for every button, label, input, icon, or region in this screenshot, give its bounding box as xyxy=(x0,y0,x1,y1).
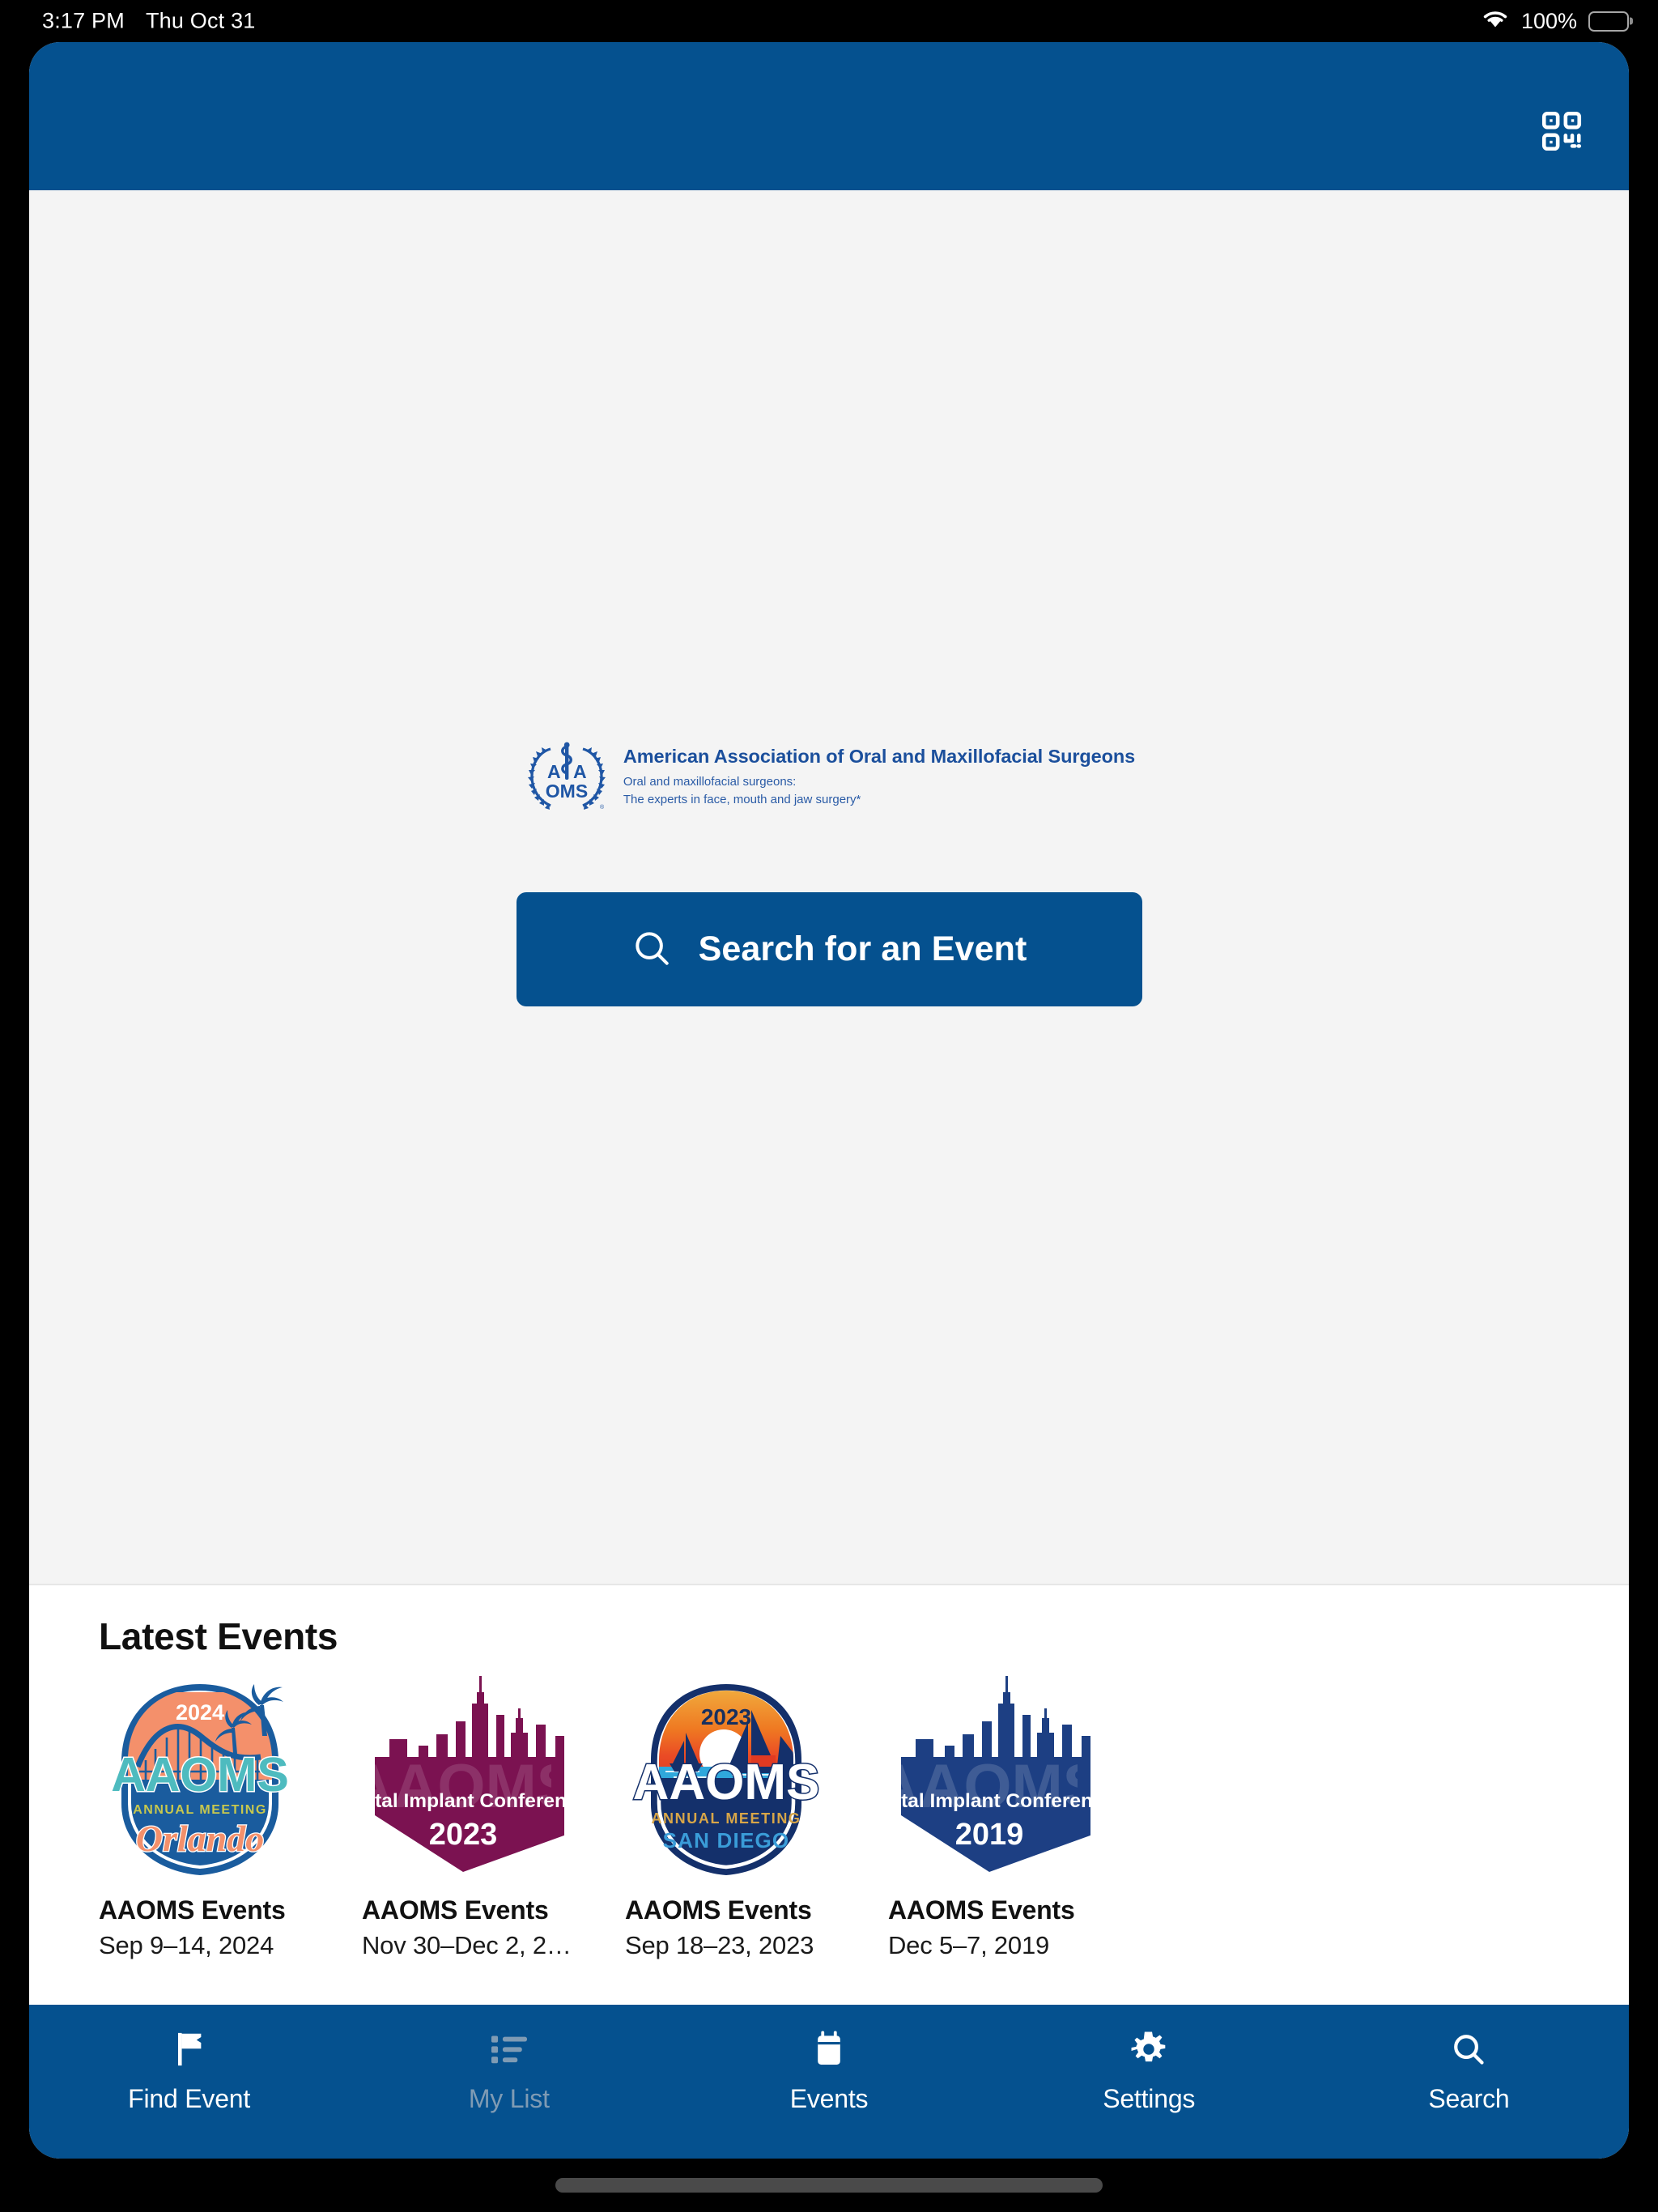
tab-label: Search xyxy=(1428,2084,1510,2113)
status-bar-right: 100% xyxy=(1481,7,1629,35)
svg-text:Dental Implant Conference: Dental Implant Conference xyxy=(888,1790,1090,1812)
latest-events-section: Latest Events 2024 AAOMS ANNUAL MEETING … xyxy=(29,1584,1629,2005)
svg-text:A: A xyxy=(547,761,561,782)
tab-label: My List xyxy=(468,2084,550,2113)
svg-text:ANNUAL MEETING: ANNUAL MEETING xyxy=(651,1810,801,1827)
event-card-title: AAOMS Events xyxy=(362,1895,549,1925)
qr-code-scan-icon xyxy=(1538,108,1585,159)
search-for-an-event-button[interactable]: Search for an Event xyxy=(516,891,1142,1006)
svg-text:Dental Implant Conference: Dental Implant Conference xyxy=(362,1790,564,1812)
svg-text:A: A xyxy=(573,761,587,782)
tab-label: Find Event xyxy=(128,2084,251,2113)
svg-text:SAN DIEGO: SAN DIEGO xyxy=(663,1828,790,1853)
wifi-icon xyxy=(1481,7,1510,35)
logo-organization-name: American Association of Oral and Maxillo… xyxy=(623,746,1136,768)
svg-text:2023: 2023 xyxy=(429,1818,498,1852)
app-window: A A OMS ® American Association of Oral a… xyxy=(29,42,1629,2159)
tab-my-list[interactable]: My List xyxy=(349,2029,669,2114)
svg-text:®: ® xyxy=(600,804,605,810)
svg-text:Orlando: Orlando xyxy=(136,1818,264,1859)
status-bar: 3:17 PM Thu Oct 31 100% xyxy=(0,0,1658,42)
calendar-icon xyxy=(814,2029,844,2069)
tablet-device-frame: 3:17 PM Thu Oct 31 100% A A OMS ® Americ… xyxy=(0,0,1658,2212)
svg-text:2024: 2024 xyxy=(176,1700,224,1725)
aaoms-annual-meeting-orlando-2024-badge-icon: 2024 AAOMS ANNUAL MEETING Orlando xyxy=(99,1676,301,1882)
aaoms-dental-implant-conference-2023-badge-icon: AAOMS Dental Implant Conference 2023 xyxy=(362,1676,564,1882)
home-indicator[interactable] xyxy=(555,2178,1103,2193)
svg-text:2019: 2019 xyxy=(955,1818,1024,1852)
event-card[interactable]: AAOMS Dental Implant Conference 2019 AAO… xyxy=(888,1676,1151,1960)
svg-text:ANNUAL MEETING: ANNUAL MEETING xyxy=(133,1803,267,1817)
battery-full-icon xyxy=(1588,11,1629,32)
search-button-label: Search for an Event xyxy=(698,929,1027,968)
event-card[interactable]: 2024 AAOMS ANNUAL MEETING Orlando AAOMS … xyxy=(99,1676,362,1960)
event-card-date: Sep 9–14, 2024 xyxy=(99,1931,274,1959)
event-card[interactable]: 2023 AAOMS ANNUAL MEETING SAN DIEGO AAOM… xyxy=(625,1676,888,1960)
event-card[interactable]: AAOMS Dental Implant Conference 2023 AAO… xyxy=(362,1676,625,1960)
status-bar-left: 3:17 PM Thu Oct 31 xyxy=(42,9,256,34)
svg-text:AAOMS: AAOMS xyxy=(633,1755,820,1810)
tab-label: Settings xyxy=(1103,2084,1196,2113)
search-icon xyxy=(631,928,672,971)
event-card-date: Nov 30–Dec 2, 2… xyxy=(362,1931,572,1959)
event-card-date: Dec 5–7, 2019 xyxy=(888,1931,1050,1959)
gear-icon xyxy=(1130,2029,1167,2069)
aaoms-caduceus-laurel-emblem-icon: A A OMS ® xyxy=(523,739,610,815)
bottom-tab-bar: Find Event My List Events Settings Searc… xyxy=(29,2005,1629,2159)
list-icon xyxy=(491,2029,527,2069)
status-time: 3:17 PM xyxy=(42,8,125,33)
aaoms-dental-implant-conference-2019-badge-icon: AAOMS Dental Implant Conference 2019 xyxy=(888,1676,1090,1882)
logo-tagline-line-1: Oral and maxillofacial surgeons: xyxy=(623,775,797,789)
tab-events[interactable]: Events xyxy=(669,2029,988,2114)
qr-code-scan-button[interactable] xyxy=(1533,104,1590,161)
status-date: Thu Oct 31 xyxy=(145,8,256,33)
event-card-title: AAOMS Events xyxy=(625,1895,812,1925)
tab-label: Events xyxy=(789,2084,869,2113)
search-icon xyxy=(1451,2029,1486,2069)
svg-text:AAOMS: AAOMS xyxy=(111,1748,289,1802)
tab-settings[interactable]: Settings xyxy=(989,2029,1309,2114)
aaoms-logo: A A OMS ® American Association of Oral a… xyxy=(523,739,1135,815)
tab-search[interactable]: Search xyxy=(1309,2029,1629,2114)
app-header xyxy=(29,42,1629,190)
tab-find-event[interactable]: Find Event xyxy=(29,2029,349,2114)
battery-percent-label: 100% xyxy=(1520,8,1577,33)
latest-events-heading: Latest Events xyxy=(99,1615,338,1657)
latest-events-card-list: 2024 AAOMS ANNUAL MEETING Orlando AAOMS … xyxy=(29,1676,1629,1960)
event-card-title: AAOMS Events xyxy=(888,1895,1075,1925)
logo-tagline-line-2: The experts in face, mouth and jaw surge… xyxy=(623,792,861,806)
event-card-date: Sep 18–23, 2023 xyxy=(625,1931,814,1959)
event-card-title: AAOMS Events xyxy=(99,1895,286,1925)
svg-text:2023: 2023 xyxy=(701,1704,751,1729)
hero-section: A A OMS ® American Association of Oral a… xyxy=(29,190,1629,1584)
svg-text:OMS: OMS xyxy=(546,781,588,802)
aaoms-annual-meeting-san-diego-2023-badge-icon: 2023 AAOMS ANNUAL MEETING SAN DIEGO xyxy=(625,1676,827,1882)
flag-icon xyxy=(172,2029,206,2069)
